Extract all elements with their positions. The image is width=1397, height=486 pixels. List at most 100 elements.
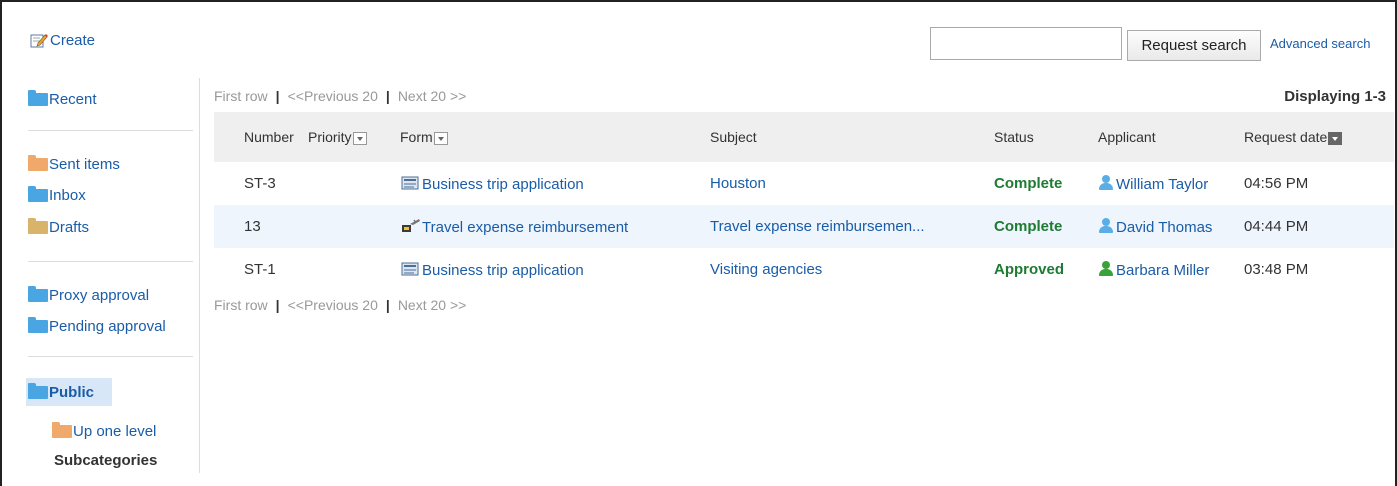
pager-separator: | [385,88,390,104]
form-link[interactable]: Travel expense reimbursement [422,219,628,236]
main-content: First row | <<Previous 20 | Next 20 >> D… [214,88,1394,313]
cell-form[interactable]: Business trip application [400,162,710,205]
cell-subject[interactable]: Visiting agencies [710,248,994,291]
displaying-count: Displaying 1-3 [1284,88,1386,105]
user-icon [1098,260,1114,277]
cell-request-date: 03:48 PM [1244,261,1309,278]
form-icon [400,175,422,191]
sidebar-item-label: Drafts [49,218,90,236]
user-icon [1098,174,1114,191]
user-icon [1098,217,1114,234]
sidebar-item-drafts[interactable]: Drafts [28,217,120,237]
column-header-status: Status [994,112,1098,162]
sidebar-item-label: Sent items [49,155,120,173]
cell-applicant[interactable]: Barbara Miller [1098,248,1244,291]
search-input[interactable] [930,27,1122,60]
folder-icon [28,285,48,302]
pager-bottom: First row | <<Previous 20 | Next 20 >> [214,297,466,313]
sort-dropdown-icon[interactable] [352,131,367,145]
column-header-applicant: Applicant [1098,112,1244,162]
cell-form[interactable]: Travel expense reimbursement [400,205,710,248]
sidebar-item-label: Public [49,383,95,401]
table-header-row: Number Priority Form Subject Status Appl… [214,112,1394,162]
cell-subject[interactable]: Travel expense reimbursemen... [710,205,994,248]
cell-number: ST-3 [244,175,276,192]
up-one-level-link[interactable]: Up one level [52,420,156,442]
divider [28,261,193,262]
sort-dropdown-icon[interactable] [433,131,448,145]
create-label: Create [50,32,96,49]
sidebar-item-pending-approval[interactable]: Pending approval [28,315,166,337]
table-row[interactable]: 13 Travel expense reimbursement Travel e… [214,205,1394,248]
column-header-number: Number [214,112,308,162]
first-row-link[interactable]: First row [214,297,268,313]
folder-icon [28,185,48,202]
request-search-button[interactable]: Request search [1127,30,1261,61]
sidebar-item-label: Recent [49,90,97,108]
cell-subject[interactable]: Houston [710,162,994,205]
cell-request-date: 04:44 PM [1244,205,1394,248]
sidebar-item-public[interactable]: Public [26,378,112,406]
folder-up-icon [52,421,72,438]
first-row-link[interactable]: First row [214,88,268,104]
column-header-request-date[interactable]: Request date [1244,112,1394,162]
subcategories-heading: Subcategories [54,452,158,469]
cell-priority [308,248,400,291]
cell-priority [308,162,400,205]
folder-icon [28,217,48,234]
cell-number: ST-1 [244,261,276,278]
folder-icon [28,382,48,399]
next-page-link[interactable]: Next 20 >> [398,297,467,313]
column-header-subject: Subject [710,112,994,162]
folder-icon [28,89,48,106]
subject-link[interactable]: Visiting agencies [710,261,822,278]
airplane-form-icon [400,218,422,234]
pager-separator: | [275,297,280,313]
applicant-link[interactable]: David Thomas [1116,219,1212,236]
folder-icon [28,154,48,171]
folder-icon [28,316,48,333]
form-icon [400,261,422,277]
form-link[interactable]: Business trip application [422,176,584,193]
divider [28,356,193,357]
table-row[interactable]: ST-1 Business trip application Visiting … [214,248,1394,291]
pencil-note-icon [30,33,48,48]
sidebar-item-proxy-approval[interactable]: Proxy approval [28,284,166,306]
advanced-search-link[interactable]: Advanced search [1270,36,1370,51]
requests-table: Number Priority Form Subject Status Appl… [214,112,1394,291]
sidebar-item-label: Proxy approval [49,286,150,304]
divider [28,130,193,131]
applicant-link[interactable]: William Taylor [1116,176,1208,193]
cell-priority [308,205,400,248]
create-link[interactable]: Create [30,32,95,49]
column-header-priority[interactable]: Priority [308,112,400,162]
pager-separator: | [385,297,390,313]
top-toolbar: Create [30,32,95,49]
previous-page-link[interactable]: <<Previous 20 [288,88,378,104]
sidebar: Recent Sent items Inbox Drafts Proxy app… [26,78,200,473]
cell-applicant[interactable]: William Taylor [1098,162,1244,205]
applicant-link[interactable]: Barbara Miller [1116,262,1209,279]
sidebar-item-inbox[interactable]: Inbox [28,185,120,205]
subject-link[interactable]: Houston [710,175,766,192]
sidebar-item-sent-items[interactable]: Sent items [28,154,120,173]
pager-top: First row | <<Previous 20 | Next 20 >> [214,88,1394,104]
previous-page-link[interactable]: <<Previous 20 [288,297,378,313]
sort-dropdown-icon[interactable] [1328,131,1343,145]
cell-status: Complete [994,175,1063,192]
sidebar-item-recent[interactable]: Recent [28,88,97,110]
form-link[interactable]: Business trip application [422,262,584,279]
sidebar-item-label: Inbox [49,186,86,204]
cell-applicant[interactable]: David Thomas [1098,205,1244,248]
sidebar-item-label: Pending approval [49,317,166,335]
up-one-level-label: Up one level [73,422,157,440]
cell-request-date: 04:56 PM [1244,175,1309,192]
cell-form[interactable]: Business trip application [400,248,710,291]
cell-status: Approved [994,261,1065,278]
next-page-link[interactable]: Next 20 >> [398,88,467,104]
subject-link[interactable]: Travel expense reimbursemen... [710,218,925,235]
column-header-form[interactable]: Form [400,112,710,162]
table-row[interactable]: ST-3 Business trip application Houston C… [214,162,1394,205]
cell-number: 13 [214,205,308,248]
cell-status: Complete [994,205,1098,248]
